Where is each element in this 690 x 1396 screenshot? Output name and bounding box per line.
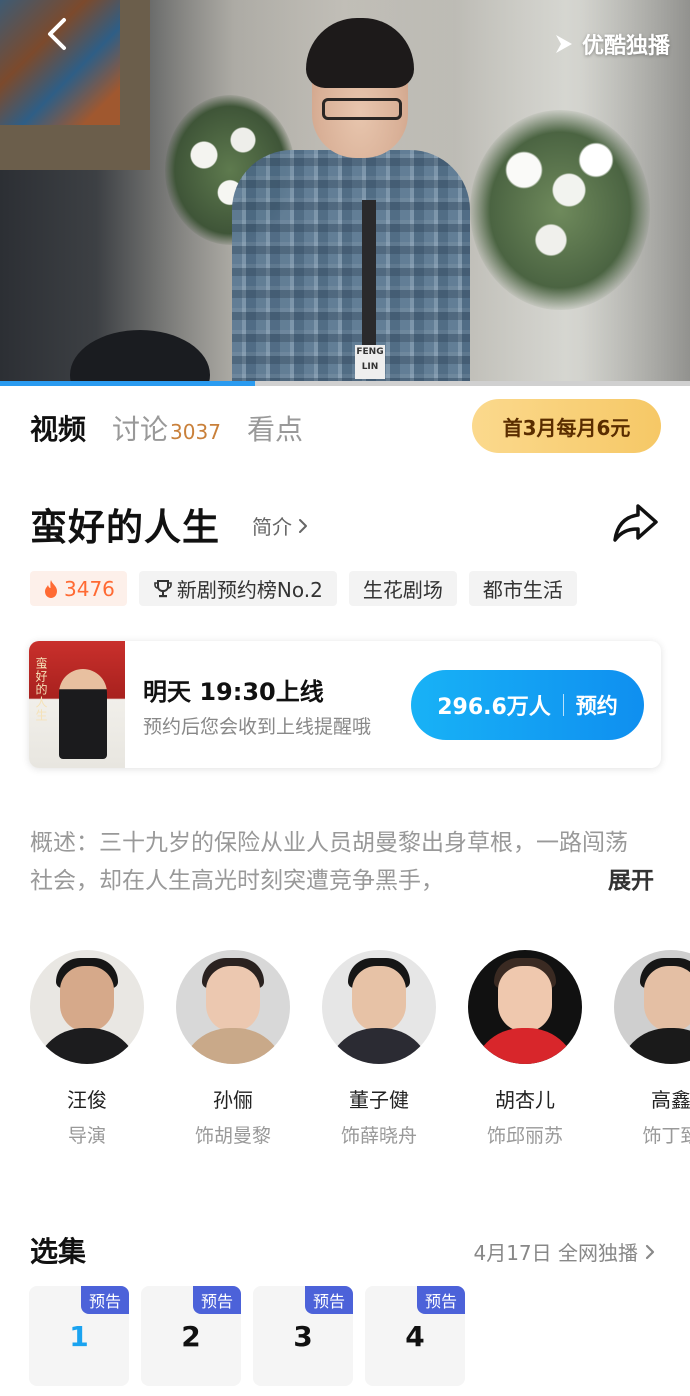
share-icon[interactable] [610, 496, 662, 548]
trailer-badge: 预告 [416, 1286, 465, 1314]
episode-item[interactable]: 1 预告 [29, 1286, 129, 1386]
intro-link[interactable]: 简介 [252, 511, 310, 540]
release-note: 预约后您会收到上线提醒哦 [143, 716, 372, 738]
poster-title: 蛮好的人生 [34, 657, 48, 722]
tab-video[interactable]: 视频 [30, 408, 86, 448]
detail-tabs: 视频 讨论 3037 看点 [30, 408, 329, 448]
brand-label: 优酷独播 [581, 34, 670, 59]
flame-icon [45, 579, 57, 598]
synopsis-text: 概述：三十九岁的保险从业人员胡曼黎出身草根，一路闯荡社会，却在人生高光时刻突遭竞… [30, 830, 628, 894]
tag-chips: 3476 新剧预约榜No.2 生花剧场 都市生活 [30, 571, 577, 606]
heat-value: 3476 [64, 576, 115, 601]
cast-role: 饰薛晓舟 [340, 1125, 417, 1147]
video-progress-fill [0, 381, 256, 386]
avatar [614, 950, 690, 1064]
synopsis-expand-button[interactable]: 展开 [608, 862, 654, 900]
reserve-count: 296.6万人 [437, 695, 551, 720]
cast-name: 胡杏儿 [495, 1088, 555, 1112]
ranking-label: 新剧预约榜No.2 [176, 578, 323, 602]
episode-item[interactable]: 4 预告 [365, 1286, 465, 1386]
cast-name: 董子健 [349, 1088, 409, 1112]
back-arrow-icon[interactable] [38, 14, 78, 54]
cast-role: 导演 [67, 1125, 106, 1147]
tab-discussion-count: 3037 [170, 420, 221, 444]
episode-item[interactable]: 2 预告 [141, 1286, 241, 1386]
trailer-badge: 预告 [80, 1286, 129, 1314]
video-frame-lanyard [362, 200, 376, 350]
chevron-right-icon [299, 518, 307, 533]
cast-list[interactable]: 汪俊 导演 孙俪 饰胡曼黎 董子健 饰薛晓舟 胡杏儿 饰邱丽苏 高鑫 饰丁致 [0, 950, 690, 1150]
show-poster[interactable]: 蛮好的人生 [29, 641, 125, 768]
reserve-button[interactable]: 296.6万人 预约 [411, 670, 644, 740]
episodes-meta-label: 4月17日 全网独播 [473, 1241, 638, 1265]
show-title: 蛮好的人生 [30, 506, 220, 549]
vip-promo-button[interactable]: 首3月每月6元 [472, 399, 661, 453]
avatar [322, 950, 436, 1064]
cast-role: 饰胡曼黎 [194, 1125, 271, 1147]
youku-exclusive-badge: 优酷独播 [552, 28, 670, 60]
youku-play-icon [555, 35, 572, 53]
episode-list: 1 预告 2 预告 3 预告 4 预告 [29, 1286, 465, 1386]
ranking-chip[interactable]: 新剧预约榜No.2 [138, 571, 337, 606]
cast-name: 高鑫 [651, 1088, 690, 1112]
trailer-badge: 预告 [304, 1286, 353, 1314]
reserve-label: 预约 [575, 694, 618, 718]
avatar [176, 950, 290, 1064]
episodes-title: 选集 [30, 1235, 87, 1268]
video-frame-person-body [232, 150, 470, 386]
heat-chip[interactable]: 3476 [30, 571, 127, 606]
video-player[interactable]: FENG LIN 优酷独播 [0, 0, 690, 386]
release-card: 蛮好的人生 明天 19:30上线 预约后您会收到上线提醒哦 296.6万人 预约 [29, 641, 661, 768]
avatar [468, 950, 582, 1064]
episodes-meta-link[interactable]: 4月17日 全网独播 [473, 1237, 658, 1266]
trophy-icon [154, 579, 172, 597]
reserve-divider [562, 694, 564, 716]
tag-chip-theater[interactable]: 生花剧场 [348, 571, 457, 606]
cast-item[interactable]: 孙俪 饰胡曼黎 [168, 950, 298, 1148]
cast-item[interactable]: 董子健 饰薛晓舟 [314, 950, 444, 1148]
cast-role: 饰丁致 [642, 1125, 690, 1147]
trailer-badge: 预告 [192, 1286, 241, 1314]
cast-name: 汪俊 [67, 1088, 107, 1112]
tag-chip-genre[interactable]: 都市生活 [468, 571, 577, 606]
chevron-right-icon [645, 1244, 655, 1259]
video-frame-id-badge: FENG LIN [355, 345, 385, 379]
tab-discussion[interactable]: 讨论 3037 [112, 408, 221, 448]
avatar [30, 950, 144, 1064]
cast-name: 孙俪 [213, 1088, 253, 1112]
release-time: 明天 19:30上线 [143, 678, 324, 706]
video-progress-bar[interactable] [0, 381, 690, 386]
tab-highlights[interactable]: 看点 [247, 408, 303, 448]
cast-item[interactable]: 胡杏儿 饰邱丽苏 [460, 950, 590, 1148]
intro-link-label: 简介 [252, 515, 292, 539]
video-frame-flowers-right [470, 110, 650, 310]
video-frame-person-glasses [322, 98, 402, 120]
cast-item[interactable]: 汪俊 导演 [22, 950, 152, 1148]
cast-role: 饰邱丽苏 [486, 1125, 563, 1147]
episode-item[interactable]: 3 预告 [253, 1286, 353, 1386]
poster-figure [59, 669, 107, 759]
tab-discussion-label: 讨论 [112, 413, 169, 446]
cast-item[interactable]: 高鑫 饰丁致 [606, 950, 690, 1148]
